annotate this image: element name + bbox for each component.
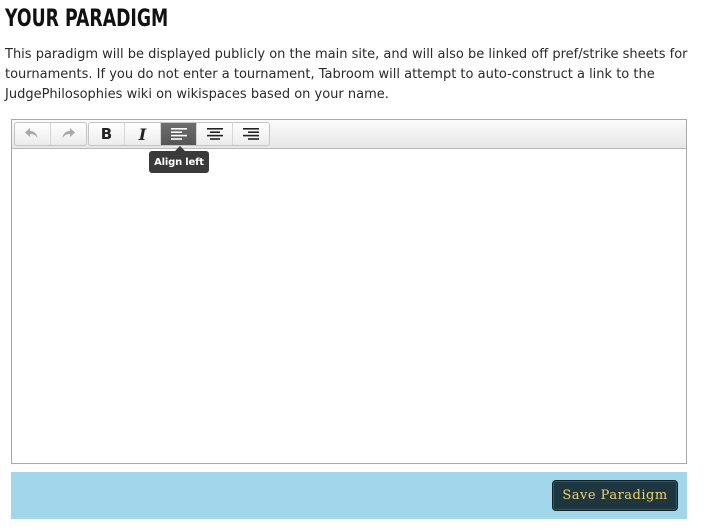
paradigm-page: YOUR PARADIGM This paradigm will be disp… bbox=[0, 0, 704, 531]
align-right-button[interactable] bbox=[233, 123, 269, 145]
undo-button[interactable] bbox=[15, 123, 51, 145]
bold-icon: B bbox=[100, 125, 113, 143]
align-left-button[interactable] bbox=[161, 123, 197, 145]
italic-button[interactable]: I bbox=[125, 123, 161, 145]
editor-toolbar: B I bbox=[12, 120, 686, 149]
align-left-tooltip: Align left bbox=[149, 146, 209, 173]
page-title: YOUR PARADIGM bbox=[5, 4, 169, 32]
bold-button[interactable]: B bbox=[89, 123, 125, 145]
italic-icon: I bbox=[138, 124, 147, 144]
intro-text: This paradigm will be displayed publicly… bbox=[5, 47, 688, 102]
align-center-button[interactable] bbox=[197, 123, 233, 145]
align-right-icon bbox=[243, 128, 259, 140]
undo-icon bbox=[25, 128, 38, 139]
format-group: B I bbox=[88, 122, 270, 146]
redo-button[interactable] bbox=[51, 123, 87, 145]
redo-icon bbox=[62, 128, 76, 139]
save-paradigm-button[interactable]: Save Paradigm bbox=[552, 480, 678, 511]
align-center-icon bbox=[206, 128, 223, 140]
save-bar: Save Paradigm bbox=[11, 472, 687, 519]
paradigm-editor: B I bbox=[11, 119, 687, 464]
editor-content-area[interactable] bbox=[12, 150, 686, 463]
align-left-icon bbox=[170, 128, 187, 140]
history-group bbox=[14, 122, 87, 146]
